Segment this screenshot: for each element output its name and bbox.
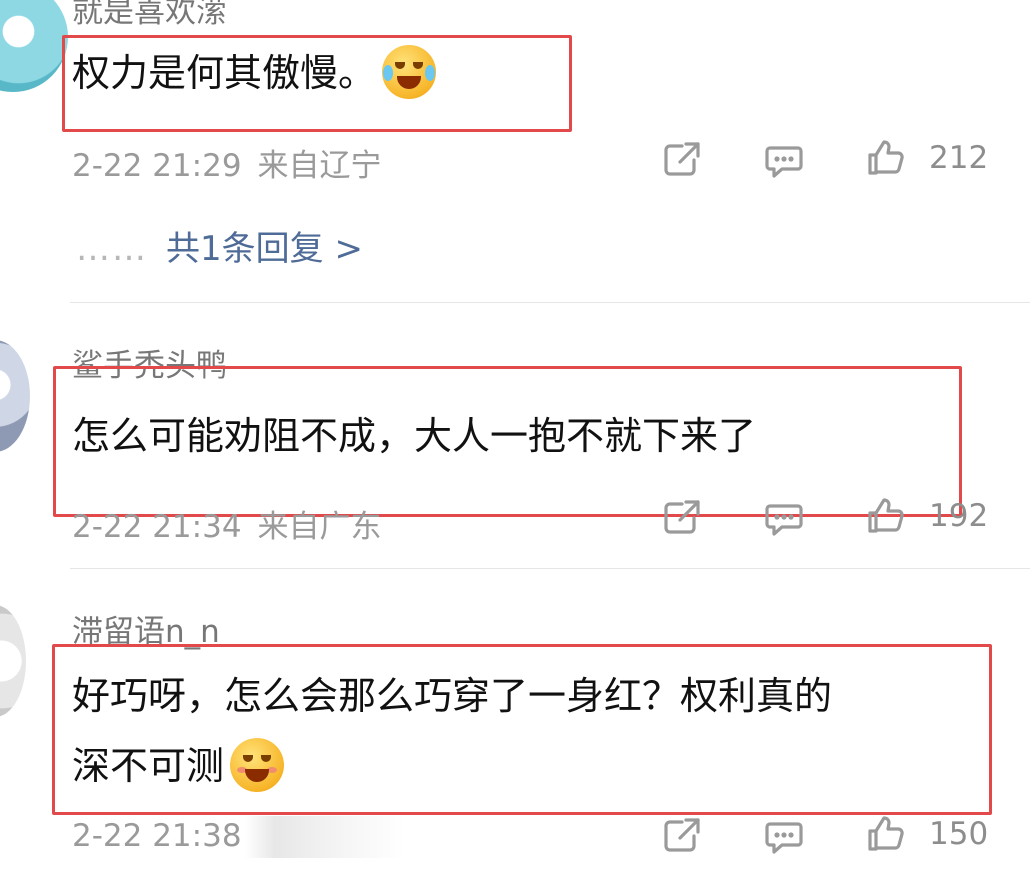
comment-icon[interactable]	[762, 496, 806, 540]
comment-icon[interactable]	[762, 138, 806, 182]
timestamp: 2-22 21:34	[72, 509, 242, 545]
share-icon[interactable]	[660, 138, 704, 182]
view-replies-link[interactable]: …… 共1条回复 >	[76, 221, 363, 270]
avatar[interactable]	[0, 605, 26, 717]
timestamp: 2-22 21:38	[72, 818, 242, 854]
reply-dots: ……	[76, 229, 148, 269]
location: 来自辽宁	[257, 148, 382, 184]
comment-icon[interactable]	[762, 814, 806, 858]
comment-meta: 2-22 21:34 来自广东	[72, 501, 382, 546]
share-icon[interactable]	[660, 814, 704, 858]
timestamp: 2-22 21:29	[72, 148, 242, 184]
like-count: 192	[929, 498, 989, 534]
username[interactable]: 就是喜欢潆	[72, 0, 227, 31]
like-count: 150	[929, 816, 989, 852]
comment-feed: 就是喜欢潆 权力是何其傲慢。 2-22 21:29 来自辽宁 212 …… 共1条回…	[0, 0, 1030, 880]
blurred-location	[245, 816, 445, 858]
reply-link-label[interactable]: 共1条回复 >	[166, 229, 363, 269]
like-icon[interactable]	[864, 494, 908, 538]
like-count: 212	[929, 140, 989, 176]
like-icon[interactable]	[864, 136, 908, 180]
comment-meta: 2-22 21:38	[72, 818, 258, 854]
location: 来自广东	[257, 509, 382, 545]
divider	[70, 568, 1030, 569]
highlight-box	[52, 644, 992, 815]
divider	[70, 302, 1030, 303]
avatar[interactable]	[0, 0, 68, 92]
highlight-box	[62, 35, 572, 132]
avatar[interactable]	[0, 340, 30, 452]
highlight-box	[53, 366, 962, 517]
like-icon[interactable]	[864, 812, 908, 856]
comment-meta: 2-22 21:29 来自辽宁	[72, 140, 382, 185]
share-icon[interactable]	[660, 496, 704, 540]
